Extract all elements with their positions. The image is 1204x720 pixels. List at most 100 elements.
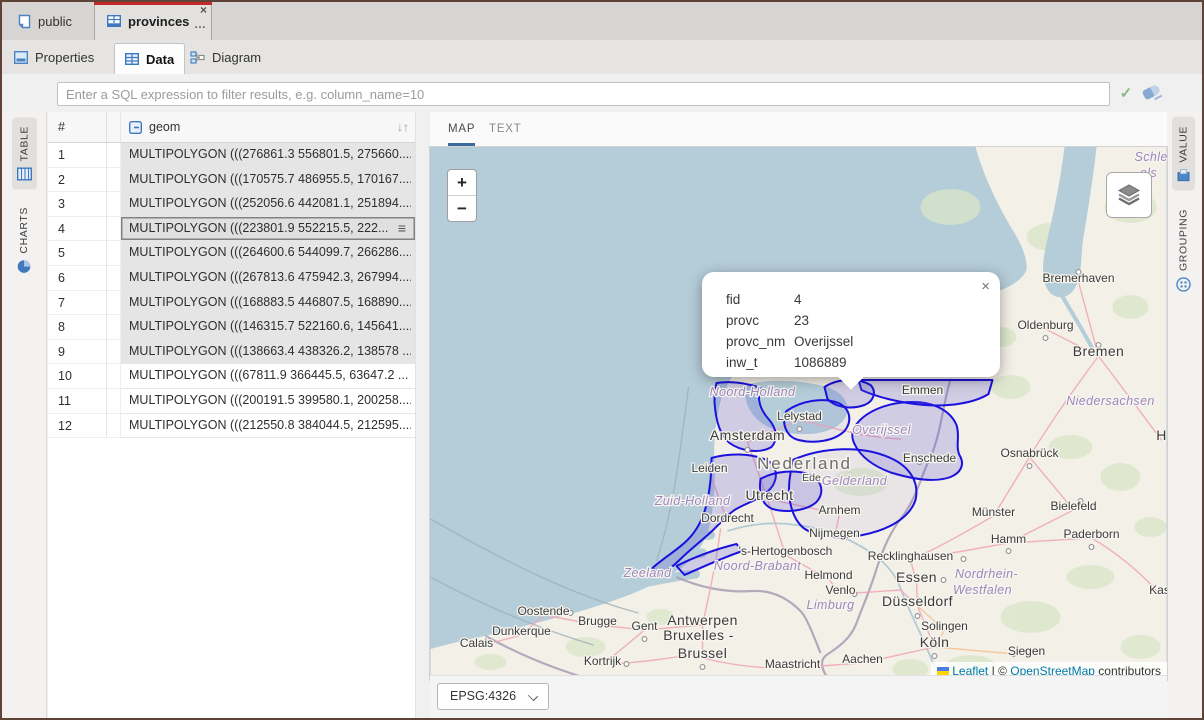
layers-control[interactable] <box>1106 172 1152 218</box>
tab-diagram[interactable]: Diagram <box>180 40 271 74</box>
table-row[interactable]: 8 MULTIPOLYGON (((146315.7 522160.6, 1456… <box>48 315 415 340</box>
tab-provinces[interactable]: provinces × … <box>94 2 212 40</box>
layers-icon <box>1116 182 1142 208</box>
town-marker <box>1027 464 1032 469</box>
geom-cell[interactable]: MULTIPOLYGON (((252056.6 442081.1, 25189… <box>121 192 415 217</box>
value-box-icon <box>1177 169 1190 182</box>
tab-map[interactable]: MAP <box>448 112 475 146</box>
sidebar-item-label: CHARTS <box>18 207 30 254</box>
row-number-cell[interactable]: 9 <box>48 340 107 365</box>
map-label: Maastricht <box>765 657 821 671</box>
sql-filter-input[interactable] <box>57 82 1110 106</box>
geom-cell[interactable]: MULTIPOLYGON (((67811.9 366445.5, 63647.… <box>121 364 415 389</box>
column-header-rownum[interactable]: # <box>48 112 107 142</box>
grid-header: # geom ↓↑ <box>48 112 415 143</box>
table-row[interactable]: 12 MULTIPOLYGON (((212550.8 384044.5, 212… <box>48 414 415 439</box>
tab-public[interactable]: public <box>6 2 84 40</box>
column-header-geom[interactable]: geom ↓↑ <box>121 112 415 142</box>
sidebar-item-grouping[interactable]: GROUPING <box>1171 200 1196 301</box>
geom-cell[interactable]: MULTIPOLYGON (((223801.9 552215.5, 222..… <box>121 217 415 242</box>
tab-data[interactable]: Data <box>114 43 185 74</box>
value-toolbar: VALUE GROUPING <box>1164 112 1202 718</box>
geom-cell[interactable]: MULTIPOLYGON (((264600.6 544099.7, 26628… <box>121 241 415 266</box>
map-label: Venlo <box>825 583 855 597</box>
town-marker <box>642 637 647 642</box>
map-label: Osnabrück <box>1000 446 1059 460</box>
geom-cell[interactable]: MULTIPOLYGON (((200191.5 399580.1, 20025… <box>121 389 415 414</box>
town-marker <box>941 578 946 583</box>
table-row[interactable]: 6 MULTIPOLYGON (((267813.6 475942.3, 2679… <box>48 266 415 291</box>
table-row[interactable]: 5 MULTIPOLYGON (((264600.6 544099.7, 2662… <box>48 241 415 266</box>
town-marker <box>700 665 705 670</box>
map-label: Zuid-Holland <box>654 494 731 508</box>
popup-close-icon[interactable]: × <box>981 278 990 295</box>
geom-value: MULTIPOLYGON (((146315.7 522160.6, 14564… <box>129 315 411 339</box>
row-number-cell[interactable]: 2 <box>48 168 107 193</box>
table-row[interactable]: 7 MULTIPOLYGON (((168883.5 446807.5, 1688… <box>48 291 415 316</box>
close-icon[interactable]: × <box>200 3 207 17</box>
row-number-cell[interactable]: 8 <box>48 315 107 340</box>
row-number-cell[interactable]: 3 <box>48 192 107 217</box>
geom-cell[interactable]: MULTIPOLYGON (((212550.8 384044.5, 21259… <box>121 414 415 439</box>
geom-cell[interactable]: MULTIPOLYGON (((276861.3 556801.5, 27566… <box>121 143 415 168</box>
town-marker <box>624 662 629 667</box>
row-number-cell[interactable]: 5 <box>48 241 107 266</box>
geom-cell[interactable]: MULTIPOLYGON (((170575.7 486955.5, 17016… <box>121 168 415 193</box>
row-number-cell[interactable]: 1 <box>48 143 107 168</box>
geom-value: MULTIPOLYGON (((223801.9 552215.5, 222..… <box>129 217 394 241</box>
row-number-cell[interactable]: 11 <box>48 389 107 414</box>
popup-key: inw_t <box>726 352 794 373</box>
sidebar-item-value[interactable]: VALUE <box>1172 117 1195 191</box>
geom-cell[interactable]: MULTIPOLYGON (((168883.5 446807.5, 16889… <box>121 291 415 316</box>
apply-filter-icon[interactable]: ✓ <box>1114 83 1138 105</box>
row-number-cell[interactable]: 12 <box>48 414 107 439</box>
table-row[interactable]: 11 MULTIPOLYGON (((200191.5 399580.1, 200… <box>48 389 415 414</box>
map-label: Utrecht <box>746 487 794 503</box>
row-number-cell[interactable]: 6 <box>48 266 107 291</box>
map-label: Westfalen <box>953 583 1012 597</box>
spacer-cell <box>107 266 121 291</box>
geom-cell[interactable]: MULTIPOLYGON (((146315.7 522160.6, 14564… <box>121 315 415 340</box>
map-label: Kortrijk <box>584 654 622 668</box>
map-label: Noord-Brabant <box>714 559 801 573</box>
sidebar-item-charts[interactable]: CHARTS <box>12 198 36 283</box>
spacer-cell <box>107 315 121 340</box>
table-row[interactable]: 9 MULTIPOLYGON (((138663.4 438326.2, 1385… <box>48 340 415 365</box>
map-label: Essen <box>896 569 937 585</box>
zoom-out-button[interactable]: − <box>448 196 476 221</box>
geom-cell[interactable]: MULTIPOLYGON (((138663.4 438326.2, 13857… <box>121 340 415 365</box>
popup-rows: fid4provc23provc_nmOverijsselinw_t108688… <box>726 289 986 373</box>
map-label: Leiden <box>691 461 727 475</box>
geom-value: MULTIPOLYGON (((138663.4 438326.2, 13857… <box>129 340 411 364</box>
table-row[interactable]: 10 MULTIPOLYGON (((67811.9 366445.5, 6364… <box>48 364 415 389</box>
overflow-icon[interactable]: … <box>194 19 207 29</box>
tab-text[interactable]: TEXT <box>489 112 522 146</box>
tab-properties[interactable]: Properties <box>4 40 104 74</box>
table-row[interactable]: 2 MULTIPOLYGON (((170575.7 486955.5, 1701… <box>48 168 415 193</box>
geom-value: MULTIPOLYGON (((170575.7 486955.5, 17016… <box>129 168 411 192</box>
row-number-cell[interactable]: 4 <box>48 217 107 242</box>
zoom-in-button[interactable]: + <box>448 170 476 196</box>
epsg-select[interactable]: EPSG:4326 <box>437 683 549 710</box>
table-row[interactable]: 4 MULTIPOLYGON (((223801.9 552215.5, 222.… <box>48 217 415 242</box>
sort-icon[interactable]: ↓↑ <box>397 120 409 134</box>
map-label: Köln <box>920 634 950 650</box>
map-label: Oostende <box>517 604 569 618</box>
file-icon <box>18 14 31 29</box>
map-label: Oldenburg <box>1017 318 1073 332</box>
row-number-cell[interactable]: 10 <box>48 364 107 389</box>
town-marker <box>1089 545 1094 550</box>
leaflet-map[interactable]: Noord-HollandOverijsselGelderlandZuid-Ho… <box>430 147 1167 680</box>
table-row[interactable]: 3 MULTIPOLYGON (((252056.6 442081.1, 2518… <box>48 192 415 217</box>
clear-filter-eraser-icon[interactable] <box>1142 84 1162 101</box>
popup-row: provc23 <box>726 310 986 331</box>
row-number-cell[interactable]: 7 <box>48 291 107 316</box>
map-label: Niedersachsen <box>1066 394 1155 408</box>
map-label: Bielefeld <box>1050 499 1096 513</box>
sidebar-item-table[interactable]: TABLE <box>12 117 37 189</box>
geom-cell[interactable]: MULTIPOLYGON (((267813.6 475942.3, 26799… <box>121 266 415 291</box>
town-marker <box>932 654 937 659</box>
table-row[interactable]: 1 MULTIPOLYGON (((276861.3 556801.5, 2756… <box>48 143 415 168</box>
cell-menu-icon[interactable]: ≡ <box>398 217 406 241</box>
town-marker <box>797 427 802 432</box>
